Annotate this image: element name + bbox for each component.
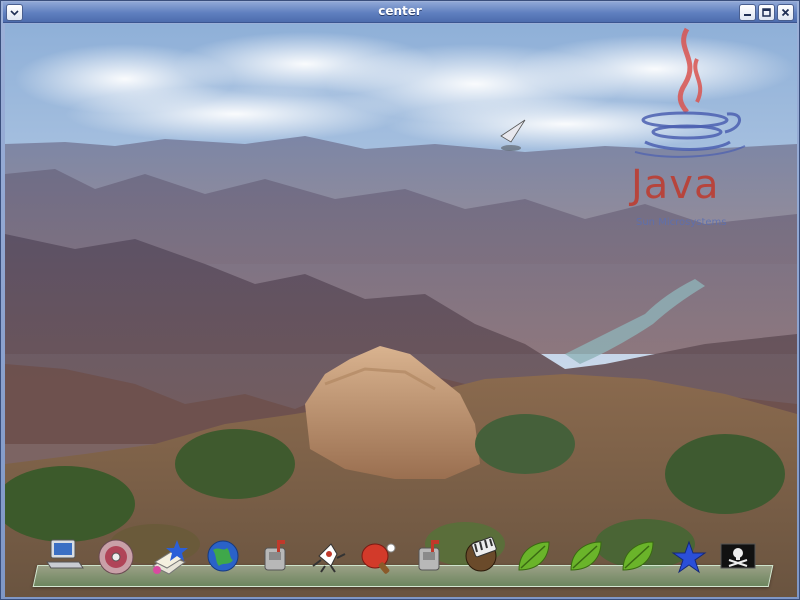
dock-item-leaf-3[interactable] xyxy=(617,536,659,578)
window-title: center xyxy=(378,4,422,18)
dock-item-ping-pong[interactable] xyxy=(357,538,399,580)
minimize-button[interactable] xyxy=(739,4,756,21)
dock-item-star[interactable] xyxy=(669,538,711,580)
dock-bar xyxy=(32,565,774,587)
java-subtitle: Sun Microsystems xyxy=(636,217,727,228)
dock-item-cd-drive[interactable] xyxy=(95,536,137,578)
pirate-flag-icon xyxy=(720,543,756,569)
dock-item-laptop[interactable] xyxy=(43,534,85,576)
dock-item-globe[interactable] xyxy=(203,536,245,578)
star-icon xyxy=(671,540,707,574)
leaf-icon xyxy=(518,541,550,571)
dock-item-pirate-flag[interactable] xyxy=(717,536,759,578)
mailbox-icon xyxy=(418,540,440,571)
duke-mascot-icon xyxy=(312,543,346,573)
maximize-button[interactable] xyxy=(758,4,775,21)
ping-pong-icon xyxy=(361,543,396,574)
application-window: center Java Sun Microsystems xyxy=(0,0,800,600)
film-reel-icon xyxy=(465,536,497,572)
bookmarks-star-icon xyxy=(151,540,188,575)
coffee-cup-icon xyxy=(634,27,746,158)
minimize-icon xyxy=(742,7,753,18)
laptop-icon xyxy=(46,539,84,569)
dock-item-leaf-2[interactable] xyxy=(565,536,607,578)
dock-item-leaf-1[interactable] xyxy=(513,536,555,578)
leaf-icon xyxy=(622,541,654,571)
mailbox-icon xyxy=(264,540,286,571)
java-wordmark: Java xyxy=(631,162,720,208)
dock-item-mailbox-2[interactable] xyxy=(409,536,451,578)
dock-item-bookmarks[interactable] xyxy=(147,536,189,578)
close-icon xyxy=(780,7,791,18)
desktop-area: Java Sun Microsystems xyxy=(5,24,797,597)
java-logo: Java Sun Microsystems xyxy=(625,24,755,244)
dock-item-mailbox[interactable] xyxy=(255,536,297,578)
dock-item-duke[interactable] xyxy=(307,536,349,578)
dock-item-film[interactable] xyxy=(461,534,503,576)
maximize-icon xyxy=(761,7,772,18)
globe-icon xyxy=(207,540,239,572)
close-button[interactable] xyxy=(777,4,794,21)
cd-drive-icon xyxy=(98,539,134,575)
leaf-icon xyxy=(570,541,602,571)
title-bar[interactable]: center xyxy=(3,2,797,23)
